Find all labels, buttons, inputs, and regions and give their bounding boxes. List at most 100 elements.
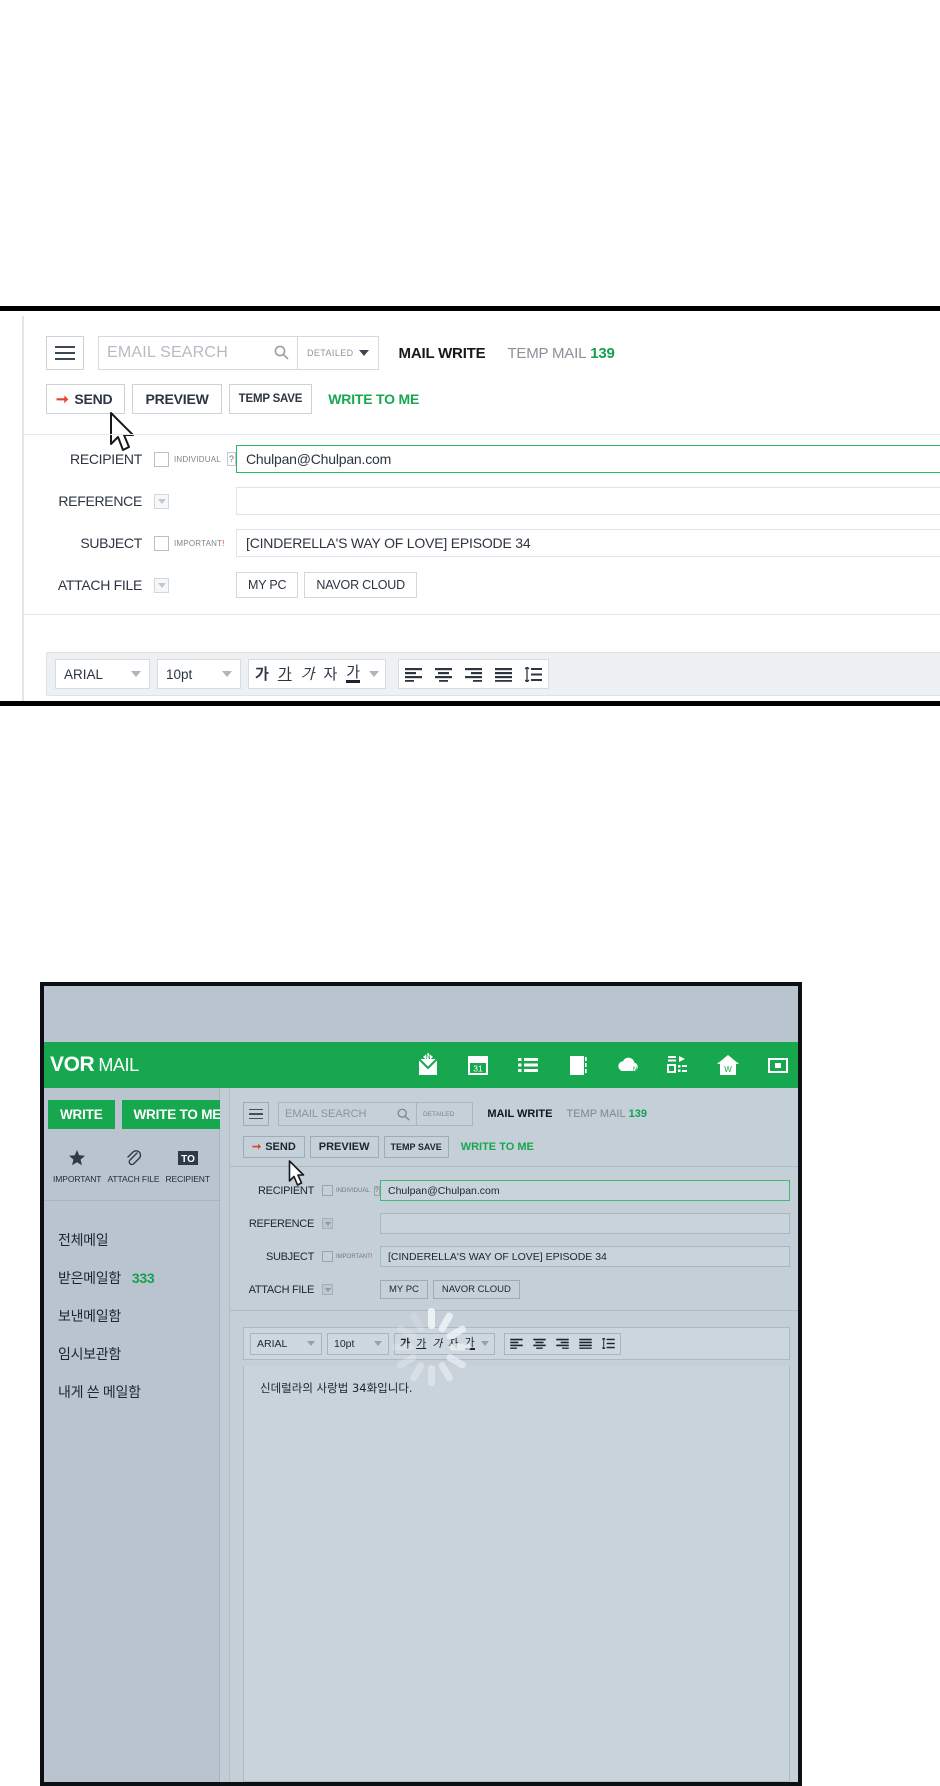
align-justify-icon[interactable]	[579, 1338, 592, 1349]
home-icon[interactable]: W	[714, 1051, 742, 1079]
reference-expand-icon[interactable]	[322, 1218, 333, 1229]
align-right-icon[interactable]	[465, 667, 482, 682]
reference-expand-icon[interactable]	[154, 494, 169, 509]
subject-important-checkbox[interactable]	[154, 536, 169, 551]
recipient-input[interactable]: Chulpan@Chulpan.com	[236, 445, 940, 473]
align-justify-icon[interactable]	[495, 667, 512, 682]
quick-important[interactable]: IMPORTANT	[53, 1147, 101, 1184]
attach-mypc-button[interactable]: MY PC	[380, 1280, 428, 1299]
chevron-down-icon	[359, 350, 369, 356]
align-center-icon[interactable]	[435, 667, 452, 682]
reference-input[interactable]	[236, 487, 940, 515]
align-center-icon[interactable]	[533, 1338, 546, 1349]
subject-value: [CINDERELLA'S WAY OF LOVE] EPISODE 34	[388, 1251, 607, 1263]
temp-save-button[interactable]: TEMP SAVE	[229, 384, 313, 414]
gnb-icon-row: N 31	[414, 1042, 792, 1088]
font-family-select[interactable]: ARIAL	[250, 1333, 322, 1355]
tab-temp-mail[interactable]: TEMP MAIL139	[507, 345, 614, 362]
browser-chrome-area	[44, 986, 798, 1042]
mail-icon[interactable]: N	[414, 1051, 442, 1079]
sidebar-item-self[interactable]: 내게 쓴 메일함	[44, 1373, 219, 1411]
sidebar-item-inbox[interactable]: 받은메일함 333	[44, 1259, 219, 1297]
text-style-group: 가 가 가 자 가	[248, 659, 386, 689]
sidebar-item-temp[interactable]: 임시보관함	[44, 1335, 219, 1373]
attach-file-label: ATTACH FILE	[230, 1284, 322, 1296]
contacts-icon[interactable]	[564, 1051, 592, 1079]
sidebar-folder-list: 전체메일 받은메일함 333 보낸메일함 임시보관함	[44, 1201, 219, 1411]
cloud-icon[interactable]: N	[614, 1051, 642, 1079]
menu-icon[interactable]	[46, 336, 84, 370]
underline-button[interactable]: 가	[278, 667, 292, 682]
quick-recipient-label: RECIPIENT	[165, 1174, 209, 1184]
sidebar-item-all-mail[interactable]: 전체메일	[44, 1221, 219, 1259]
tab-temp-mail[interactable]: TEMP MAIL139	[567, 1108, 647, 1120]
quick-recipient[interactable]: TO RECIPIENT	[165, 1147, 209, 1184]
sidebar-write-button[interactable]: WRITE	[48, 1100, 115, 1129]
divider	[230, 1166, 798, 1167]
loading-spinner-icon	[389, 1305, 473, 1389]
temp-mail-label: TEMP MAIL	[507, 345, 586, 362]
write-to-me-link[interactable]: WRITE TO ME	[328, 391, 419, 407]
menu-icon[interactable]	[243, 1102, 269, 1126]
font-family-value: ARIAL	[64, 667, 103, 682]
reference-input[interactable]	[380, 1213, 790, 1234]
search-icon	[397, 1108, 410, 1121]
italic-button[interactable]: 가	[301, 667, 315, 682]
chevron-down-icon[interactable]	[481, 1341, 489, 1346]
attach-expand-icon[interactable]	[154, 578, 169, 593]
align-group	[504, 1333, 621, 1355]
tab-mail-write[interactable]: MAIL WRITE	[487, 1108, 552, 1120]
send-label: SEND	[74, 391, 112, 407]
chevron-down-icon	[374, 1341, 382, 1346]
search-input[interactable]: EMAIL SEARCH	[98, 336, 298, 370]
recipient-input[interactable]: Chulpan@Chulpan.com	[380, 1180, 790, 1201]
reference-label: REFERENCE	[24, 493, 154, 509]
chevron-down-icon[interactable]	[369, 671, 379, 677]
subject-input[interactable]: [CINDERELLA'S WAY OF LOVE] EPISODE 34	[380, 1246, 790, 1267]
attach-cloud-button[interactable]: NAVOR CLOUD	[433, 1280, 520, 1299]
sidebar-item-sent[interactable]: 보낸메일함	[44, 1297, 219, 1335]
subject-important-checkbox[interactable]	[322, 1251, 333, 1262]
calendar-icon[interactable]: 31	[464, 1051, 492, 1079]
preview-button[interactable]: PREVIEW	[310, 1136, 379, 1158]
write-to-me-link[interactable]: WRITE TO ME	[461, 1141, 534, 1153]
line-height-icon[interactable]	[525, 667, 542, 682]
send-button[interactable]: ➞ SEND	[46, 384, 125, 414]
more-icon[interactable]	[764, 1051, 792, 1079]
preview-button[interactable]: PREVIEW	[132, 384, 221, 414]
recipient-individual-checkbox[interactable]	[154, 452, 169, 467]
subject-input[interactable]: [CINDERELLA'S WAY OF LOVE] EPISODE 34	[236, 529, 940, 557]
attach-mypc-button[interactable]: MY PC	[236, 572, 298, 598]
compose-form: RECIPIENT INDIVIDUAL ? Chulpan@Chulpan.c…	[230, 1174, 798, 1306]
strikethrough-button[interactable]: 자	[323, 667, 337, 682]
reference-label: REFERENCE	[230, 1218, 322, 1230]
star-icon	[53, 1147, 101, 1169]
sidebar-write-to-me-button[interactable]: WRITE TO ME	[122, 1100, 234, 1129]
detailed-search-dropdown[interactable]: DETAILED	[417, 1102, 473, 1126]
quick-attach-file[interactable]: ATTACH FILE	[107, 1147, 159, 1184]
line-height-icon[interactable]	[602, 1338, 615, 1349]
attach-expand-icon[interactable]	[322, 1284, 333, 1295]
help-icon[interactable]: ?	[227, 452, 236, 466]
font-color-button[interactable]: 가	[346, 665, 360, 683]
list-icon[interactable]	[514, 1051, 542, 1079]
attach-cloud-button[interactable]: NAVOR CLOUD	[304, 572, 417, 598]
brand-logo[interactable]: VORMAIL	[50, 1053, 139, 1077]
search-input[interactable]: EMAIL SEARCH	[278, 1102, 417, 1126]
top-search-row: EMAIL SEARCH DETAILED MAIL WRITE TEMP MA…	[46, 336, 615, 370]
tab-mail-write[interactable]: MAIL WRITE	[399, 345, 486, 362]
align-right-icon[interactable]	[556, 1338, 569, 1349]
bold-button[interactable]: 가	[255, 667, 269, 682]
editor-body[interactable]: 신데럴라의 사랑법 34화입니다.	[243, 1366, 790, 1782]
detailed-search-dropdown[interactable]: DETAILED	[298, 336, 379, 370]
align-left-icon[interactable]	[510, 1338, 523, 1349]
font-size-select[interactable]: 10pt	[327, 1333, 389, 1355]
recipient-individual-checkbox[interactable]	[322, 1185, 333, 1196]
send-button[interactable]: ➞ SEND	[243, 1136, 305, 1158]
font-size-select[interactable]: 10pt	[157, 659, 241, 689]
chevron-down-icon	[131, 671, 141, 677]
office-icon[interactable]	[664, 1051, 692, 1079]
temp-save-button[interactable]: TEMP SAVE	[384, 1136, 449, 1158]
font-family-select[interactable]: ARIAL	[55, 659, 150, 689]
align-left-icon[interactable]	[405, 667, 422, 682]
